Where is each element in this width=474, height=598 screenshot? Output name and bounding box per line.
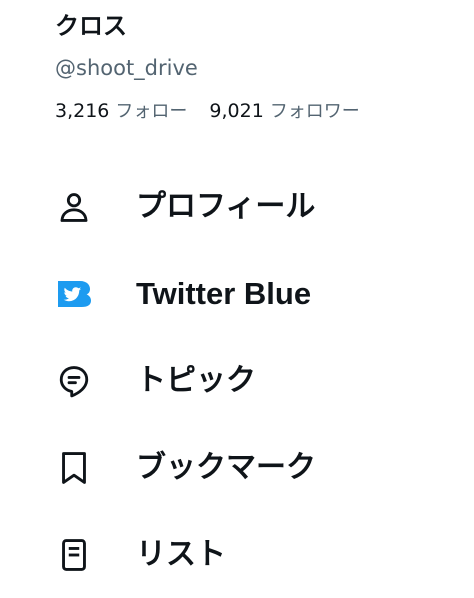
menu-item-label: ブックマーク	[136, 449, 316, 485]
bookmark-icon	[56, 450, 92, 486]
followers-stat[interactable]: 9,021 フォロワー	[209, 98, 359, 125]
menu-item-label: Twitter Blue	[136, 275, 312, 311]
menu-item-profile[interactable]: プロフィール	[0, 163, 474, 250]
drawer-menu: プロフィール Twitter Blue トピック ブックマーク リスト	[0, 163, 474, 598]
person-icon	[56, 189, 92, 225]
menu-item-label: プロフィール	[136, 188, 316, 224]
following-stat[interactable]: 3,216 フォロー	[55, 98, 187, 125]
menu-item-topics[interactable]: トピック	[0, 337, 474, 424]
user-handle[interactable]: @shoot_drive	[55, 54, 454, 82]
follow-stats: 3,216 フォロー 9,021 フォロワー	[55, 98, 454, 125]
menu-item-lists[interactable]: リスト	[0, 511, 474, 598]
menu-item-label: トピック	[136, 362, 256, 398]
followers-count: 9,021	[209, 100, 264, 122]
menu-item-label: リスト	[136, 536, 226, 572]
profile-header: クロス @shoot_drive 3,216 フォロー 9,021 フォロワー	[55, 10, 454, 125]
menu-item-bookmarks[interactable]: ブックマーク	[0, 424, 474, 511]
followers-label: フォロワー	[269, 101, 360, 122]
following-count: 3,216	[55, 100, 110, 122]
display-name[interactable]: クロス	[55, 10, 454, 42]
twitter-blue-icon	[56, 276, 92, 312]
topics-icon	[56, 363, 92, 399]
menu-item-twitter-blue[interactable]: Twitter Blue	[0, 250, 474, 337]
following-label: フォロー	[115, 101, 188, 122]
lists-icon	[56, 537, 92, 573]
navigation-drawer: クロス @shoot_drive 3,216 フォロー 9,021 フォロワー プロ…	[0, 0, 474, 572]
